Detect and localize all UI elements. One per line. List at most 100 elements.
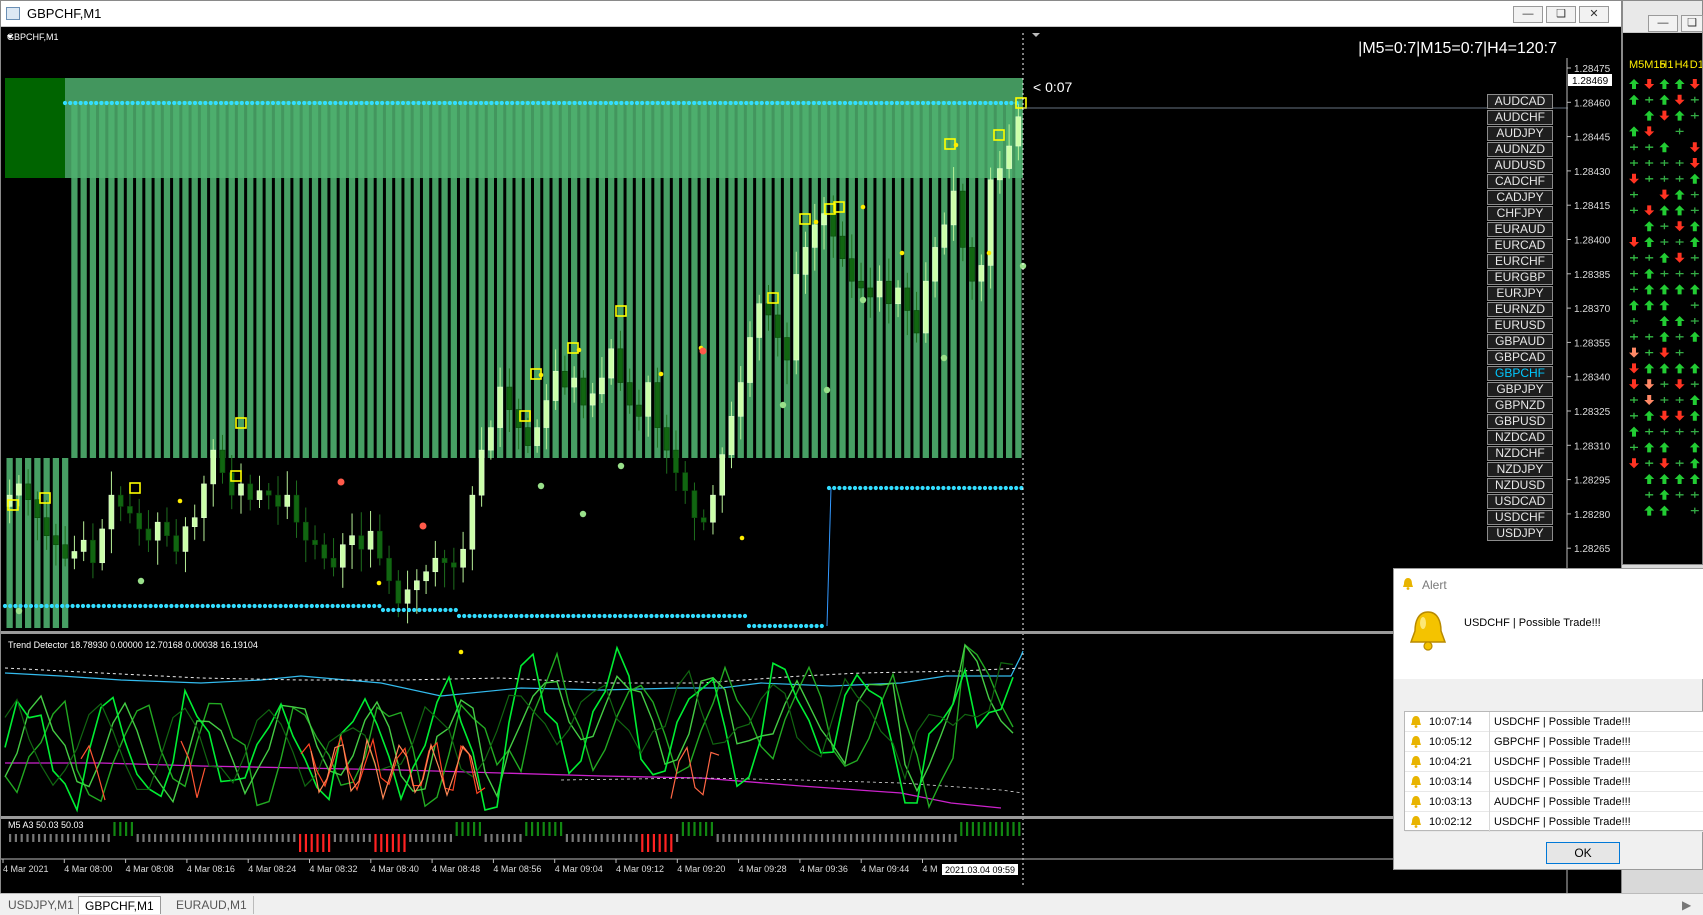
alert-history-row[interactable]: 10:03:13 AUDCHF | Possible Trade!!! <box>1405 792 1703 812</box>
mtf-window[interactable]: — ❑ M5 M15 H1 H4 D1 <box>1622 0 1703 565</box>
pair-button-audusd[interactable]: AUDUSD <box>1487 158 1553 173</box>
m5-histogram-bar <box>90 834 93 842</box>
support-dot <box>806 100 811 106</box>
m5-histogram-bar <box>113 822 116 836</box>
mtf-maximize-button[interactable]: ❑ <box>1681 15 1703 32</box>
pair-button-eurjpy[interactable]: EURJPY <box>1487 286 1553 301</box>
arrow-up-icon <box>1629 126 1639 137</box>
candle-body <box>599 377 605 395</box>
candle-body <box>53 535 59 546</box>
arrow-down-icon <box>1644 205 1655 216</box>
m5-histogram-bar <box>154 834 157 842</box>
signal-dot <box>576 347 582 353</box>
pair-button-nzdusd[interactable]: NZDUSD <box>1487 478 1553 493</box>
pair-button-nzdchf[interactable]: NZDCHF <box>1487 446 1553 461</box>
alert-history-row[interactable]: 10:02:12 USDCHF | Possible Trade!!! <box>1405 812 1703 832</box>
zone-bar <box>89 101 97 458</box>
alert-history-row[interactable]: 10:03:14 USDCHF | Possible Trade!!! <box>1405 772 1703 792</box>
support-dot <box>998 485 1003 491</box>
support-dot <box>848 100 853 106</box>
m5-histogram-bar <box>397 834 400 852</box>
support-dot <box>247 603 252 609</box>
pair-button-eurcad[interactable]: EURCAD <box>1487 238 1553 253</box>
alert-history-row[interactable]: 10:07:14 USDCHF | Possible Trade!!! <box>1405 712 1703 732</box>
candle-body <box>321 544 328 559</box>
support-dot <box>541 100 546 106</box>
close-button[interactable]: ✕ <box>1579 6 1609 23</box>
tab-gbpchf[interactable]: GBPCHF,M1 <box>78 896 161 914</box>
pair-button-usdcad[interactable]: USDCAD <box>1487 494 1553 509</box>
pair-button-nzdjpy[interactable]: NZDJPY <box>1487 462 1553 477</box>
support-dot <box>478 100 484 106</box>
candle-body <box>969 247 975 282</box>
pair-button-eurgbp[interactable]: EURGBP <box>1487 270 1553 285</box>
support-dot <box>718 100 723 106</box>
m5-histogram-bar <box>803 834 806 842</box>
pair-button-audjpy[interactable]: AUDJPY <box>1487 126 1553 141</box>
minimize-button[interactable]: — <box>1513 6 1543 23</box>
support-dot <box>151 100 156 106</box>
candle-body <box>173 535 180 552</box>
support-dot <box>654 613 659 619</box>
pair-button-gbpjpy[interactable]: GBPJPY <box>1487 382 1553 397</box>
pair-button-gbpnzd[interactable]: GBPNZD <box>1487 398 1553 413</box>
pair-button-audcad[interactable]: AUDCAD <box>1487 94 1553 109</box>
pair-button-audnzd[interactable]: AUDNZD <box>1487 142 1553 157</box>
pair-button-usdchf[interactable]: USDCHF <box>1487 510 1553 525</box>
support-dot <box>1003 485 1008 491</box>
pair-button-cadchf[interactable]: CADCHF <box>1487 174 1553 189</box>
pair-button-eurusd[interactable]: EURUSD <box>1487 318 1553 333</box>
pair-button-usdjpy[interactable]: USDJPY <box>1487 526 1553 541</box>
ok-button[interactable]: OK <box>1546 842 1620 864</box>
support-dot <box>545 613 550 619</box>
candle-body <box>182 526 189 552</box>
pair-button-nzdcad[interactable]: NZDCAD <box>1487 430 1553 445</box>
alert-history-list[interactable]: 10:07:14 USDCHF | Possible Trade!!! 10:05:… <box>1404 711 1703 832</box>
symbol-label: GBPCHF,M1 <box>7 32 59 42</box>
pair-button-euraud[interactable]: EURAUD <box>1487 222 1553 237</box>
pair-button-gbpcad[interactable]: GBPCAD <box>1487 350 1553 365</box>
arrow-down-icon <box>1689 79 1700 89</box>
support-dot <box>962 485 967 491</box>
chart-canvas[interactable]: GBPCHF,M1 |M5=0:7|M15=0:7|H4=120:7 < 0:07… <box>1 28 1621 894</box>
candle-body <box>923 280 929 334</box>
mtf-minimize-button[interactable]: — <box>1648 15 1678 32</box>
alert-history-row[interactable]: 10:05:12 GBPCHF | Possible Trade!!! <box>1405 732 1703 752</box>
pair-button-gbpchf[interactable]: GBPCHF <box>1487 366 1553 381</box>
pair-button-cadjpy[interactable]: CADJPY <box>1487 190 1553 205</box>
support-dot <box>354 100 359 106</box>
m5-histogram-bar <box>705 822 708 836</box>
alert-dialog[interactable]: Alert USDCHF | Possible Trade!!! 10:07:1… <box>1393 568 1703 870</box>
window-titlebar[interactable]: GBPCHF,M1 — ❑ ✕ <box>1 1 1621 27</box>
candle-body <box>830 213 837 237</box>
support-dot <box>106 603 112 609</box>
pair-button-chfjpy[interactable]: CHFJPY <box>1487 206 1553 221</box>
support-dot <box>244 100 250 106</box>
tab-scroll-right-icon[interactable]: ▶ <box>1682 898 1691 912</box>
support-dot <box>268 603 273 609</box>
support-dot <box>73 100 78 106</box>
support-dot <box>412 607 417 613</box>
support-dot <box>889 100 894 106</box>
flat-arrow-icon <box>1690 318 1699 324</box>
pair-button-gbpaud[interactable]: GBPAUD <box>1487 334 1553 349</box>
support-dot <box>422 607 427 613</box>
pair-button-gbpusd[interactable]: GBPUSD <box>1487 414 1553 429</box>
arrow-down-icon <box>1644 79 1655 89</box>
m5-histogram-bar <box>757 834 760 842</box>
candle-body <box>802 247 809 275</box>
pair-button-audchf[interactable]: AUDCHF <box>1487 110 1553 125</box>
alert-history-row[interactable]: 10:04:21 USDCHF | Possible Trade!!! <box>1405 752 1703 772</box>
pair-button-eurnzd[interactable]: EURNZD <box>1487 302 1553 317</box>
maximize-button[interactable]: ❑ <box>1546 6 1576 23</box>
support-dot <box>62 100 68 106</box>
flat-arrow-icon <box>1675 239 1684 245</box>
alert-titlebar[interactable]: Alert <box>1394 569 1703 599</box>
tab-euraud[interactable]: EURAUD,M1 <box>170 896 254 914</box>
tab-usdjpy[interactable]: USDJPY,M1 <box>2 896 81 914</box>
candle-body <box>525 427 531 446</box>
pair-button-eurchf[interactable]: EURCHF <box>1487 254 1553 269</box>
support-dot <box>832 485 837 491</box>
mtf-titlebar[interactable]: — ❑ <box>1623 1 1703 33</box>
chart-window[interactable]: GBPCHF,M1 — ❑ ✕ GBPCHF,M1 |M5=0:7|M15=0:… <box>0 0 1622 894</box>
